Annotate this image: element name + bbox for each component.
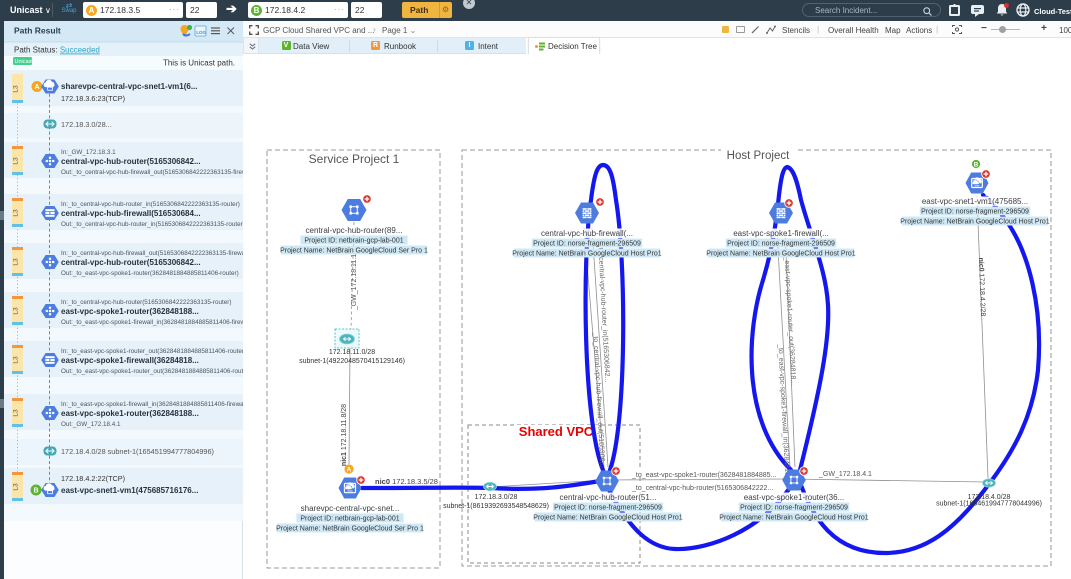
svg-text:east-vpc-spoke1-firewall(...: east-vpc-spoke1-firewall(... [733, 229, 829, 238]
svg-text:Project ID: norse-fragment-296: Project ID: norse-fragment-296509 [921, 209, 1029, 216]
svg-text:This is Unicast path.: This is Unicast path. [163, 59, 235, 68]
svg-text:_GW_172.18.11.1: _GW_172.18.11.1 [351, 254, 358, 311]
svg-text:sharevpc-central-vpc-snet...: sharevpc-central-vpc-snet... [301, 504, 400, 513]
svg-text:east-vpc-snet1-vm1(47568571617: east-vpc-snet1-vm1(475685716176... [61, 486, 198, 495]
svg-text:172.18.3.0/28: 172.18.3.0/28 [475, 494, 518, 501]
svg-text:L3: L3 [13, 483, 20, 491]
svg-text:L3: L3 [13, 356, 20, 364]
svg-text:Project Name: NetBrain GoogleC: Project Name: NetBrain GoogleCloud Host … [512, 251, 662, 258]
svg-text:_to_central-vpc-hub-router(516: _to_central-vpc-hub-router(5165306842222… [631, 485, 773, 492]
svg-text:172.18.3.0/28...: 172.18.3.0/28... [61, 120, 112, 129]
svg-text:Project Name: NetBrain GoogleC: Project Name: NetBrain GoogleCloud Host … [719, 515, 869, 522]
svg-text:east-vpc-snet1-vm1(475685...: east-vpc-snet1-vm1(475685... [922, 197, 1028, 206]
svg-text:In:_to_central-vpc-hub-router_: In:_to_central-vpc-hub-router_in(5165306… [61, 201, 240, 208]
svg-text:172.18.3.6:23(TCP): 172.18.3.6:23(TCP) [61, 94, 125, 103]
svg-text:central-vpc-hub-router(5165306: central-vpc-hub-router(5165306842... [61, 258, 201, 267]
svg-text:Project Name: NetBrain GoogleC: Project Name: NetBrain GoogleCloud Ser P… [280, 248, 428, 255]
svg-text:B: B [33, 488, 38, 495]
svg-text:Out:_to_central-vpc-hub-firewa: Out:_to_central-vpc-hub-firewall_out(516… [61, 169, 243, 176]
svg-text:Out:_to_central-vpc-hub-router: Out:_to_central-vpc-hub-router_in(516530… [61, 221, 243, 228]
svg-text:In:_to_east-vpc-spoke1-router_: In:_to_east-vpc-spoke1-router_out(362848… [61, 348, 243, 355]
svg-text:Out:_to_east-vpc-spoke1-router: Out:_to_east-vpc-spoke1-router(362848188… [61, 270, 239, 277]
svg-text:172.18.4.2:22(TCP): 172.18.4.2:22(TCP) [61, 474, 125, 483]
svg-text:east-vpc-spoke1-router(3628481: east-vpc-spoke1-router(362848188... [61, 409, 199, 418]
svg-text:central-vpc-hub-router(51...: central-vpc-hub-router(51... [560, 493, 657, 502]
svg-text:A: A [347, 467, 352, 474]
svg-text:Project ID: norse-fragment-296: Project ID: norse-fragment-296509 [554, 505, 662, 512]
svg-text:nic0 172.18.4.2/28: nic0 172.18.4.2/28 [977, 257, 986, 316]
svg-text:Path Status: Succeeded: Path Status: Succeeded [14, 46, 100, 55]
svg-text:In:_GW_172.18.3.1: In:_GW_172.18.3.1 [61, 149, 116, 156]
svg-text:_to_east-vpc-spoke1-router(362: _to_east-vpc-spoke1-router(3628481884885… [631, 472, 776, 479]
svg-text:Service Project 1: Service Project 1 [309, 152, 400, 166]
svg-text:Out:_GW_172.18.4.1: Out:_GW_172.18.4.1 [61, 421, 121, 428]
svg-text:LOG: LOG [196, 30, 206, 35]
svg-text:sharevpc-central-vpc-snet1-vm1: sharevpc-central-vpc-snet1-vm1(6... [61, 82, 198, 91]
svg-text:Project ID: netbrain-gcp-lab-0: Project ID: netbrain-gcp-lab-001 [300, 516, 399, 523]
svg-text:central-vpc-hub-firewall(51653: central-vpc-hub-firewall(516530684... [61, 209, 201, 218]
svg-text:Project ID: norse-fragment-296: Project ID: norse-fragment-296509 [740, 505, 848, 512]
svg-text:In:_to_central-vpc-hub-router(: In:_to_central-vpc-hub-router(5165306842… [61, 299, 231, 306]
svg-text:Host Project: Host Project [727, 150, 790, 162]
svg-text:nic1 172.18.11.8/28: nic1 172.18.11.8/28 [341, 404, 348, 466]
svg-text:Project Name: NetBrain GoogleC: Project Name: NetBrain GoogleCloud Host … [533, 515, 683, 522]
svg-text:Out:_to_east-vpc-spoke1-router: Out:_to_east-vpc-spoke1-router_out(36284… [61, 368, 243, 375]
svg-text:L3: L3 [13, 307, 20, 315]
svg-text:central-vpc-hub-router(89...: central-vpc-hub-router(89... [306, 226, 403, 235]
svg-text:Project ID: netbrain-gcp-lab-0: Project ID: netbrain-gcp-lab-001 [304, 238, 403, 245]
svg-text:Shared VPC: Shared VPC [519, 424, 594, 439]
svg-text:Path Result: Path Result [14, 26, 61, 36]
svg-text:Project Name: NetBrain GoogleC: Project Name: NetBrain GoogleCloud Host … [900, 219, 1050, 226]
svg-text:east-vpc-spoke1-firewall(36284: east-vpc-spoke1-firewall(36284818... [61, 356, 199, 365]
svg-text:east-vpc-spoke1-router(36...: east-vpc-spoke1-router(36... [744, 493, 845, 502]
svg-text:In:_to_central-vpc-hub-firewal: In:_to_central-vpc-hub-firewall_out(5165… [61, 250, 243, 257]
svg-text:Project Name: NetBrain GoogleC: Project Name: NetBrain GoogleCloud Host … [706, 251, 856, 258]
svg-text:subnet-1(8619392693548548629): subnet-1(8619392693548548629) [443, 503, 549, 510]
svg-text:Project ID: norse-fragment-296: Project ID: norse-fragment-296509 [533, 241, 641, 248]
svg-text:_GW_172.18.4.1: _GW_172.18.4.1 [818, 471, 872, 478]
svg-text:Project ID: norse-fragment-296: Project ID: norse-fragment-296509 [727, 241, 835, 248]
svg-text:central-vpc-hub-router(5165306: central-vpc-hub-router(5165306842... [61, 157, 201, 166]
svg-text:A: A [34, 84, 39, 91]
svg-text:central-vpc-hub-firewall(...: central-vpc-hub-firewall(... [541, 229, 633, 238]
svg-text:subnet-1(1654619947778044996): subnet-1(1654619947778044996) [936, 501, 1042, 508]
svg-text:In:_to_east-vpc-spoke1-firewal: In:_to_east-vpc-spoke1-firewall_in(36284… [61, 401, 243, 408]
svg-text:172.18.4.0/28 subnet-1(1654519: 172.18.4.0/28 subnet-1(16545199477780499… [61, 447, 214, 456]
svg-text:Out:_to_east-vpc-spoke1-firewa: Out:_to_east-vpc-spoke1-firewall_in(3628… [61, 319, 243, 326]
svg-text:L3: L3 [13, 409, 20, 417]
svg-text:L3: L3 [13, 209, 20, 217]
svg-text:L3: L3 [13, 258, 20, 266]
svg-text:east-vpc-spoke1-router(3628481: east-vpc-spoke1-router(362848188... [61, 307, 199, 316]
svg-text:subnet-1(4922048570415129146): subnet-1(4922048570415129146) [299, 358, 405, 365]
svg-text:nic0 172.18.3.5/28: nic0 172.18.3.5/28 [375, 477, 438, 486]
svg-text:B: B [974, 162, 979, 169]
svg-text:Project Name: NetBrain GoogleC: Project Name: NetBrain GoogleCloud Ser P… [276, 526, 424, 533]
svg-text:L3: L3 [13, 157, 20, 165]
svg-text:Unicast: Unicast [15, 59, 34, 65]
svg-text:L3: L3 [13, 85, 20, 93]
svg-text:172.18.11.0/28: 172.18.11.0/28 [329, 349, 375, 356]
